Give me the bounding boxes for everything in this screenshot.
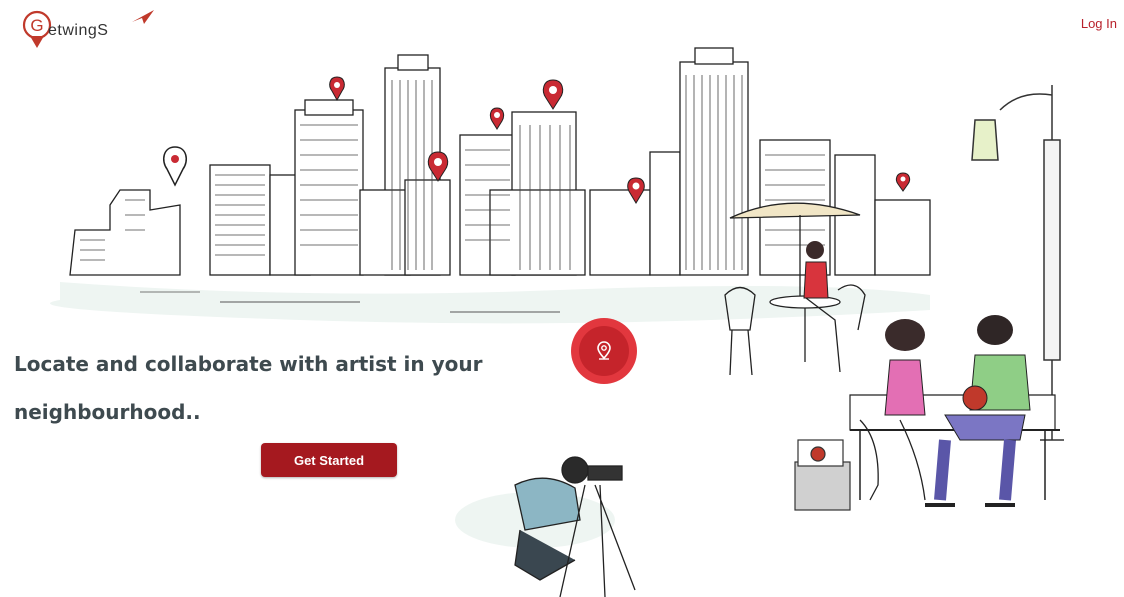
svg-text:G: G: [30, 16, 43, 35]
photographer: [455, 456, 636, 597]
paper-plane-icon: [132, 10, 154, 24]
shopping-bag: [794, 439, 851, 511]
couple-on-bench: [849, 315, 1060, 507]
brand-logo[interactable]: G etwingS: [22, 10, 154, 50]
hero-headline: Locate and collaborate with artist in yo…: [14, 352, 483, 424]
brand-name: etwingS: [48, 22, 109, 39]
login-link[interactable]: Log In: [1081, 16, 1117, 31]
get-started-button[interactable]: Get Started: [261, 443, 397, 477]
locate-button[interactable]: [571, 318, 637, 384]
skyline: [69, 47, 931, 276]
city-illustration: [50, 47, 1064, 597]
location-pin-icon: [597, 341, 611, 360]
locate-button-inner: [579, 326, 629, 376]
